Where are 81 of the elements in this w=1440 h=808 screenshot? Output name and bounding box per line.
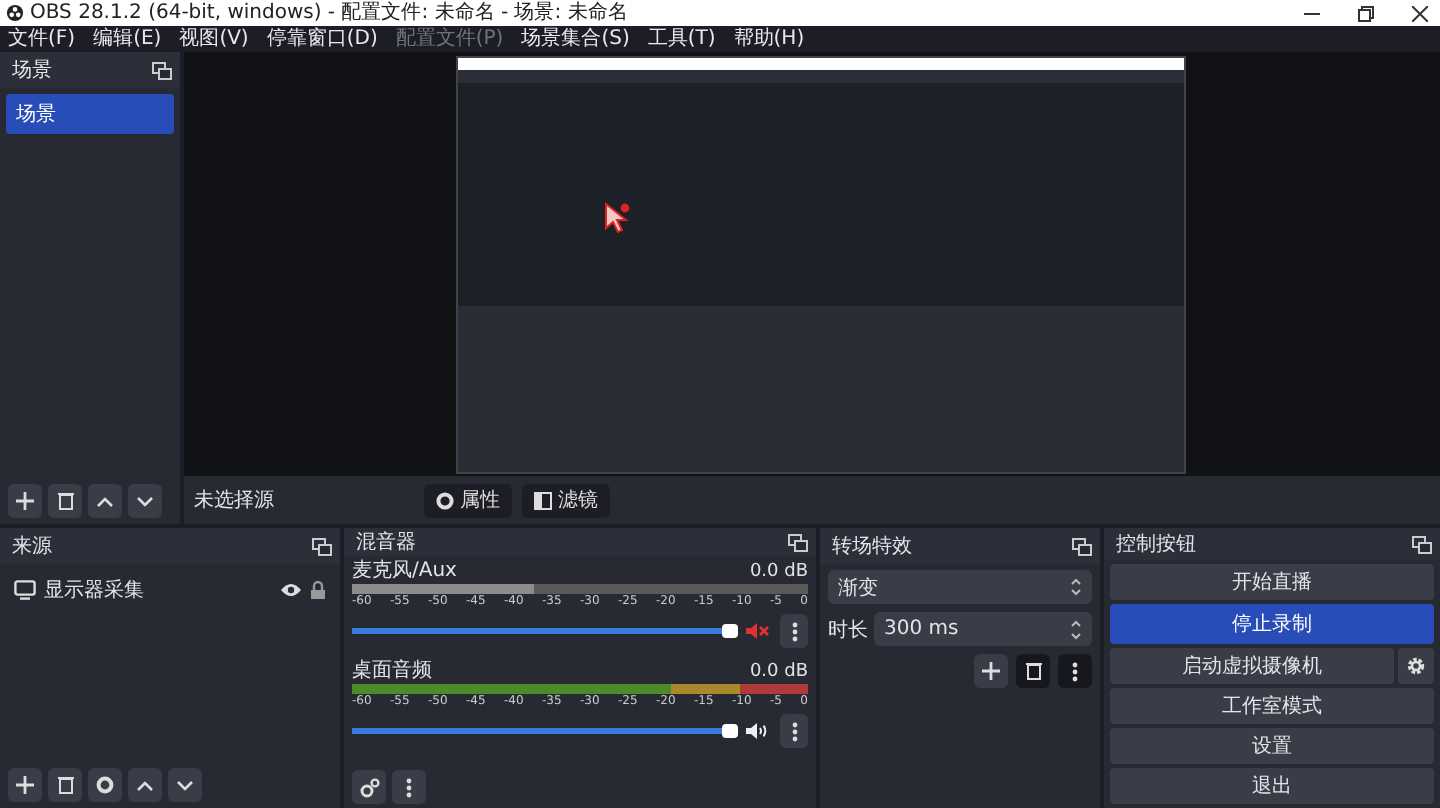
duration-field[interactable]: 300 ms xyxy=(874,612,1092,646)
panel-title: 转场特效 xyxy=(832,533,912,560)
up-down-arrow-icon xyxy=(1070,617,1082,641)
move-down-button[interactable] xyxy=(128,484,162,518)
delete-button[interactable] xyxy=(1016,654,1050,688)
chevron-down-icon xyxy=(136,495,154,507)
more-options-button[interactable] xyxy=(392,770,426,804)
more-options-button[interactable] xyxy=(780,614,808,648)
menu-item[interactable]: 编辑(E) xyxy=(93,26,162,52)
monitor-icon xyxy=(14,580,36,600)
chevron-up-icon xyxy=(96,495,114,507)
trash-icon xyxy=(57,492,73,510)
menu-item[interactable]: 文件(F) xyxy=(8,26,76,52)
delete-button[interactable] xyxy=(48,768,82,802)
panel-title: 混音器 xyxy=(356,529,416,556)
filter-icon xyxy=(534,491,552,509)
volume-slider[interactable] xyxy=(352,723,736,739)
chevron-up-icon xyxy=(136,779,154,791)
menu-item[interactable]: 停靠窗口(D) xyxy=(266,26,378,52)
undock-icon[interactable] xyxy=(312,537,332,555)
cursor-icon xyxy=(604,202,632,234)
speaker-muted-icon[interactable] xyxy=(746,622,770,640)
volume-slider[interactable] xyxy=(352,623,736,639)
add-button[interactable] xyxy=(8,484,42,518)
add-button[interactable] xyxy=(974,654,1008,688)
move-up-button[interactable] xyxy=(128,768,162,802)
no-source-label: 未选择源 xyxy=(194,487,276,514)
window-title: OBS 28.1.2 (64-bit, windows) - 配置文件: 未命名 - 场景: 未命名 xyxy=(30,0,628,26)
transition-dropdown[interactable]: 渐变 xyxy=(828,570,1092,604)
undock-icon[interactable] xyxy=(1412,535,1432,553)
volume-reading: 0.0 dB xyxy=(749,660,808,684)
more-icon xyxy=(791,721,797,741)
up-down-arrow-icon xyxy=(1070,578,1082,596)
undock-icon[interactable] xyxy=(788,533,808,551)
panel-title: 场景 xyxy=(12,57,52,84)
undock-icon[interactable] xyxy=(152,61,172,79)
menu-item[interactable]: 视图(V) xyxy=(179,26,249,52)
settings-button[interactable] xyxy=(1398,648,1434,684)
filters-button[interactable]: 滤镜 xyxy=(522,483,610,517)
control-button[interactable]: 停止录制 xyxy=(1110,604,1434,644)
channel-name: 麦克风/Aux xyxy=(352,560,457,584)
trash-icon xyxy=(57,776,73,794)
duration-label: 时长 xyxy=(828,617,868,643)
more-icon xyxy=(791,621,797,641)
advanced-audio-button[interactable] xyxy=(352,770,386,804)
menu-item[interactable]: 场景集合(S) xyxy=(521,26,630,52)
menu-item[interactable]: 工具(T) xyxy=(647,26,716,52)
properties-button[interactable]: 属性 xyxy=(424,483,512,517)
more-icon xyxy=(1072,661,1078,681)
close-icon[interactable] xyxy=(1412,5,1428,21)
chevron-down-icon xyxy=(176,779,194,791)
move-down-button[interactable] xyxy=(168,768,202,802)
panel-title: 来源 xyxy=(12,533,52,560)
control-button[interactable]: 退出 xyxy=(1110,768,1434,804)
settings-button[interactable] xyxy=(88,768,122,802)
add-button[interactable] xyxy=(8,768,42,802)
plus-icon xyxy=(982,662,1000,680)
link-icon xyxy=(359,777,379,797)
more-options-button[interactable] xyxy=(1058,654,1092,688)
restore-icon[interactable] xyxy=(1358,5,1374,21)
lock-icon[interactable] xyxy=(310,580,326,600)
channel-name: 桌面音频 xyxy=(352,660,432,684)
more-icon xyxy=(406,777,412,797)
menu-item[interactable]: 帮助(H) xyxy=(733,26,805,52)
panel-title: 控制按钮 xyxy=(1116,531,1196,558)
plus-icon xyxy=(16,492,34,510)
scene-item[interactable]: 场景 xyxy=(6,94,174,134)
source-item[interactable]: 显示器采集 xyxy=(44,576,272,604)
more-options-button[interactable] xyxy=(780,714,808,748)
delete-button[interactable] xyxy=(48,484,82,518)
control-button[interactable]: 启动虚拟摄像机 xyxy=(1110,648,1394,684)
control-button[interactable]: 开始直播 xyxy=(1110,564,1434,600)
speaker-icon[interactable] xyxy=(746,722,770,740)
control-button[interactable]: 工作室模式 xyxy=(1110,688,1434,724)
volume-reading: 0.0 dB xyxy=(749,560,808,584)
trash-icon xyxy=(1025,662,1041,680)
move-up-button[interactable] xyxy=(88,484,122,518)
control-button[interactable]: 设置 xyxy=(1110,728,1434,764)
eye-icon[interactable] xyxy=(280,582,302,598)
undock-icon[interactable] xyxy=(1072,537,1092,555)
plus-icon xyxy=(16,776,34,794)
